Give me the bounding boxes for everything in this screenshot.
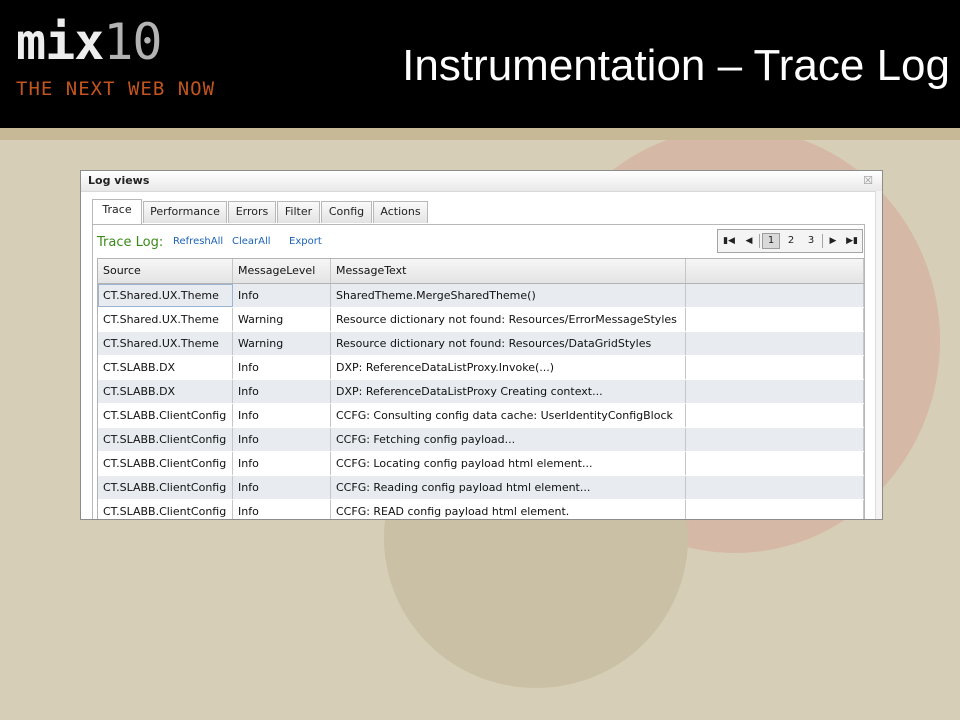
message-text-cell[interactable]: CCFG: Reading config payload html elemen…: [331, 476, 686, 499]
page-1-button[interactable]: 1: [762, 233, 780, 249]
page-2-button[interactable]: 2: [782, 233, 800, 249]
message-text-cell[interactable]: CCFG: READ config payload html element.: [331, 500, 686, 519]
message-level-cell[interactable]: Info: [233, 452, 331, 475]
trace-log-label: Trace Log:: [97, 235, 164, 250]
source-cell[interactable]: CT.SLABB.ClientConfig: [98, 404, 233, 427]
slide-header: mix10 THE NEXT WEB NOW Instrumentation –…: [0, 0, 960, 128]
tab-filter[interactable]: Filter: [277, 201, 320, 223]
message-level-cell[interactable]: Info: [233, 404, 331, 427]
mix10-logo: mix10: [16, 17, 163, 67]
first-page-icon[interactable]: ▮◀: [720, 233, 738, 249]
filler-cell[interactable]: [686, 380, 864, 403]
logo-text: mix: [16, 13, 104, 71]
table-row[interactable]: CT.SLABB.ClientConfig Info CCFG: Consultin…: [98, 404, 864, 428]
message-text-cell[interactable]: Resource dictionary not found: Resources…: [331, 308, 686, 331]
page-3-button[interactable]: 3: [802, 233, 820, 249]
table-row[interactable]: CT.SLABB.DX Info DXP: ReferenceDataListPro…: [98, 356, 864, 380]
message-text-cell[interactable]: DXP: ReferenceDataListProxy Creating con…: [331, 380, 686, 403]
tab-config[interactable]: Config: [321, 201, 372, 223]
pager-divider: [759, 234, 760, 248]
table-row[interactable]: CT.SLABB.ClientConfig Info CCFG: READ conf…: [98, 500, 864, 519]
slide-title: Instrumentation – Trace Log: [402, 41, 950, 90]
message-text-cell[interactable]: Resource dictionary not found: Resources…: [331, 332, 686, 355]
filler-cell[interactable]: [686, 404, 864, 427]
pager-divider: [822, 234, 823, 248]
source-cell[interactable]: CT.Shared.UX.Theme: [98, 284, 233, 307]
logo-number: 10: [103, 13, 162, 71]
message-level-cell[interactable]: Warning: [233, 308, 331, 331]
column-header-source[interactable]: Source: [98, 259, 233, 283]
window-title: Log views: [88, 174, 150, 187]
filler-cell[interactable]: [686, 500, 864, 519]
message-level-cell[interactable]: Info: [233, 380, 331, 403]
message-text-cell[interactable]: DXP: ReferenceDataListProxy.Invoke(...): [331, 356, 686, 379]
tab-actions[interactable]: Actions: [373, 201, 428, 223]
table-row[interactable]: CT.SLABB.DX Info DXP: ReferenceDataListPro…: [98, 380, 864, 404]
table-row[interactable]: CT.SLABB.ClientConfig Info CCFG: Reading c…: [98, 476, 864, 500]
source-cell[interactable]: CT.Shared.UX.Theme: [98, 308, 233, 331]
source-cell[interactable]: CT.SLABB.DX: [98, 356, 233, 379]
window-titlebar: Log views ☒: [81, 171, 882, 192]
filler-cell[interactable]: [686, 284, 864, 307]
filler-cell[interactable]: [686, 428, 864, 451]
table-row[interactable]: CT.SLABB.ClientConfig Info CCFG: Locating …: [98, 452, 864, 476]
tab-errors[interactable]: Errors: [228, 201, 276, 223]
clear-all-link[interactable]: ClearAll: [232, 236, 271, 247]
message-level-cell[interactable]: Info: [233, 500, 331, 519]
last-page-icon[interactable]: ▶▮: [843, 233, 861, 249]
message-text-cell[interactable]: CCFG: Consulting config data cache: User…: [331, 404, 686, 427]
header-accent-strip: [0, 128, 960, 140]
message-level-cell[interactable]: Info: [233, 356, 331, 379]
table-row[interactable]: CT.Shared.UX.Theme Warning Resource dictio…: [98, 308, 864, 332]
log-views-window: Log views ☒ Trace Performance Errors Fil…: [80, 170, 883, 520]
refresh-all-link[interactable]: RefreshAll: [173, 236, 223, 247]
column-header-filler: [686, 259, 864, 283]
message-text-cell[interactable]: SharedTheme.MergeSharedTheme(): [331, 284, 686, 307]
message-level-cell[interactable]: Info: [233, 476, 331, 499]
message-level-cell[interactable]: Info: [233, 284, 331, 307]
source-cell[interactable]: CT.SLABB.ClientConfig: [98, 428, 233, 451]
grid-header: Source MessageLevel MessageText: [98, 259, 864, 284]
window-scrollbar[interactable]: [875, 191, 882, 519]
filler-cell[interactable]: [686, 476, 864, 499]
tab-trace[interactable]: Trace: [92, 199, 142, 224]
logo-tagline: THE NEXT WEB NOW: [16, 78, 216, 100]
source-cell[interactable]: CT.SLABB.DX: [98, 380, 233, 403]
source-cell[interactable]: CT.SLABB.ClientConfig: [98, 452, 233, 475]
filler-cell[interactable]: [686, 452, 864, 475]
source-cell[interactable]: CT.SLABB.ClientConfig: [98, 500, 233, 519]
source-cell[interactable]: CT.Shared.UX.Theme: [98, 332, 233, 355]
source-cell[interactable]: CT.SLABB.ClientConfig: [98, 476, 233, 499]
message-text-cell[interactable]: CCFG: Locating config payload html eleme…: [331, 452, 686, 475]
tab-performance[interactable]: Performance: [143, 201, 227, 223]
filler-cell[interactable]: [686, 356, 864, 379]
filler-cell[interactable]: [686, 332, 864, 355]
column-header-message-text[interactable]: MessageText: [331, 259, 686, 283]
previous-page-icon[interactable]: ◀: [740, 233, 758, 249]
message-level-cell[interactable]: Info: [233, 428, 331, 451]
table-row[interactable]: CT.SLABB.ClientConfig Info CCFG: Fetching …: [98, 428, 864, 452]
filler-cell[interactable]: [686, 308, 864, 331]
table-row[interactable]: CT.Shared.UX.Theme Info SharedTheme.MergeS…: [98, 284, 864, 308]
message-text-cell[interactable]: CCFG: Fetching config payload...: [331, 428, 686, 451]
column-header-message-level[interactable]: MessageLevel: [233, 259, 331, 283]
message-level-cell[interactable]: Warning: [233, 332, 331, 355]
close-icon[interactable]: ☒: [860, 173, 876, 189]
pager: ▮◀ ◀ 1 2 3 ▶ ▶▮: [717, 229, 863, 253]
table-row[interactable]: CT.Shared.UX.Theme Warning Resource dictio…: [98, 332, 864, 356]
export-link[interactable]: Export: [289, 236, 322, 247]
next-page-icon[interactable]: ▶: [825, 233, 841, 249]
grid-body: CT.Shared.UX.Theme Info SharedTheme.MergeS…: [98, 284, 864, 519]
trace-log-grid: Source MessageLevel MessageText CT.Share…: [97, 258, 864, 519]
